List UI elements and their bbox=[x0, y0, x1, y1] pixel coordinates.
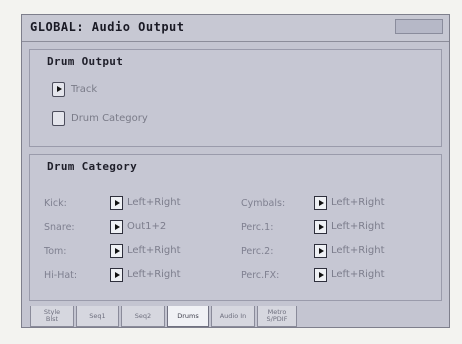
percfx-label: Perc.FX: bbox=[241, 270, 280, 281]
tab-drums-label: Drums bbox=[177, 311, 199, 320]
audio-output-screen: GLOBAL: Audio Output Drum Output Track D… bbox=[21, 14, 450, 328]
drum-output-panel: Drum Output Track Drum Category bbox=[29, 49, 442, 147]
hihat-label: Hi-Hat: bbox=[44, 270, 78, 281]
play-arrow-icon[interactable] bbox=[314, 195, 327, 210]
percfx-output-value: Left+Right bbox=[331, 269, 385, 280]
radio-drum-category-label: Drum Category bbox=[71, 112, 148, 124]
tab-metro-spdif-line2: S/PDIF bbox=[266, 315, 288, 323]
radio-drum-category-indicator-icon[interactable] bbox=[52, 110, 65, 126]
radio-drum-category[interactable]: Drum Category bbox=[52, 109, 148, 127]
play-arrow-icon[interactable] bbox=[110, 243, 123, 258]
radio-track-indicator-icon[interactable] bbox=[52, 81, 65, 97]
tab-audio-in[interactable]: Audio In bbox=[211, 306, 255, 327]
page-menu-button[interactable] bbox=[395, 19, 443, 34]
perc1-output-value: Left+Right bbox=[331, 221, 385, 232]
snare-label: Snare: bbox=[44, 222, 75, 233]
drum-output-heading: Drum Output bbox=[47, 55, 124, 68]
perc1-label: Perc.1: bbox=[241, 222, 274, 233]
tab-seq2[interactable]: Seq2 bbox=[121, 306, 165, 327]
play-arrow-icon[interactable] bbox=[110, 267, 123, 282]
tab-seq1[interactable]: Seq1 bbox=[76, 306, 119, 327]
drum-category-heading: Drum Category bbox=[47, 160, 137, 173]
tab-drums[interactable]: Drums bbox=[167, 306, 209, 327]
play-arrow-icon[interactable] bbox=[110, 219, 123, 234]
tom-label: Tom: bbox=[44, 246, 67, 257]
play-arrow-icon[interactable] bbox=[314, 267, 327, 282]
percfx-output-select[interactable]: Left+Right bbox=[314, 267, 385, 282]
perc2-label: Perc.2: bbox=[241, 246, 274, 257]
kick-output-value: Left+Right bbox=[127, 197, 181, 208]
drum-category-panel: Drum Category Kick: Left+Right Snare: Ou… bbox=[29, 154, 442, 301]
tab-seq1-label: Seq1 bbox=[89, 311, 106, 320]
snare-output-value: Out1+2 bbox=[127, 221, 167, 232]
tom-output-select[interactable]: Left+Right bbox=[110, 243, 181, 258]
radio-track-label: Track bbox=[71, 83, 98, 95]
tab-seq2-label: Seq2 bbox=[134, 311, 152, 320]
page-tab-bar: Style Blst Seq1 Seq2 Drums Audio In Metr… bbox=[30, 306, 297, 327]
play-arrow-icon[interactable] bbox=[314, 243, 327, 258]
perc1-output-select[interactable]: Left+Right bbox=[314, 219, 385, 234]
play-arrow-icon[interactable] bbox=[314, 219, 327, 234]
snare-output-select[interactable]: Out1+2 bbox=[110, 219, 166, 234]
page-title: GLOBAL: Audio Output bbox=[30, 20, 185, 34]
play-arrow-icon[interactable] bbox=[110, 195, 123, 210]
tab-audio-in-label: Audio In bbox=[219, 311, 247, 320]
tab-metro-spdif[interactable]: Metro S/PDIF bbox=[257, 306, 297, 327]
kick-label: Kick: bbox=[44, 198, 67, 209]
kick-output-select[interactable]: Left+Right bbox=[110, 195, 181, 210]
tom-output-value: Left+Right bbox=[127, 245, 181, 256]
hihat-output-select[interactable]: Left+Right bbox=[110, 267, 181, 282]
tab-style-blst[interactable]: Style Blst bbox=[30, 306, 74, 327]
title-bar: GLOBAL: Audio Output bbox=[22, 15, 449, 42]
tab-style-blst-line2: Blst bbox=[45, 315, 59, 323]
cymbals-output-value: Left+Right bbox=[331, 197, 385, 208]
hihat-output-value: Left+Right bbox=[127, 269, 181, 280]
cymbals-label: Cymbals: bbox=[241, 198, 286, 209]
perc2-output-select[interactable]: Left+Right bbox=[314, 243, 385, 258]
perc2-output-value: Left+Right bbox=[331, 245, 385, 256]
cymbals-output-select[interactable]: Left+Right bbox=[314, 195, 385, 210]
radio-track[interactable]: Track bbox=[52, 80, 97, 98]
